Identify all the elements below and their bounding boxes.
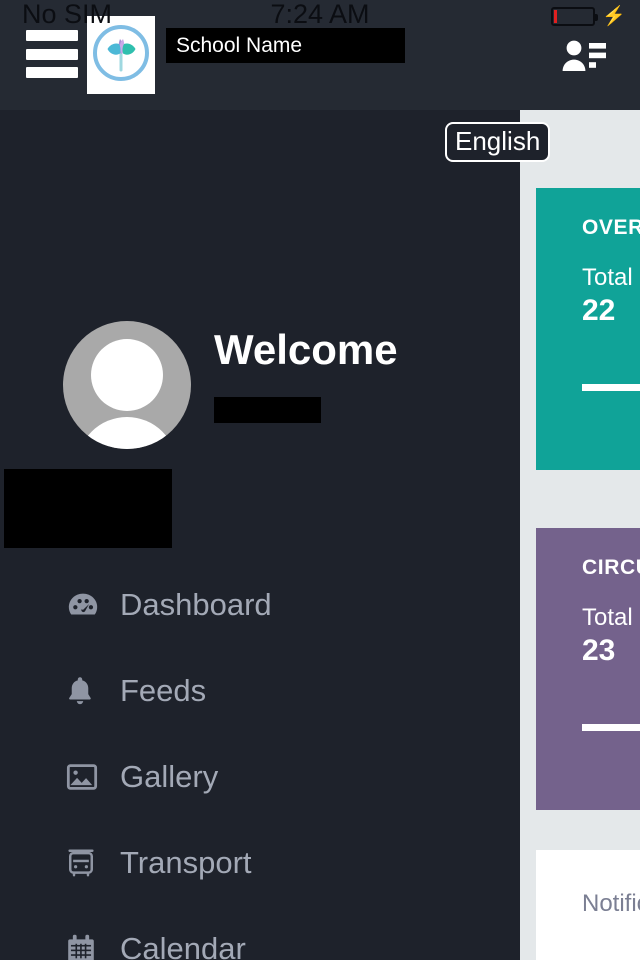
avatar[interactable]: [63, 321, 191, 449]
drawer-menu: Dashboard Feeds Gallery Transport Calend…: [0, 562, 520, 960]
circular-card-underline: [582, 724, 640, 731]
circular-card-value: 23: [582, 634, 616, 667]
overall-card-label: Total: [582, 264, 633, 291]
sidebar-item-transport-label: Transport: [120, 845, 252, 880]
sidebar-item-feeds-label: Feeds: [120, 673, 207, 708]
hamburger-menu-icon[interactable]: [26, 30, 78, 78]
contacts-list-icon[interactable]: [560, 36, 608, 78]
navigation-drawer: Welcome Dashboard Feeds Gallery Transpor…: [0, 110, 520, 960]
notifications-card[interactable]: Notifications: [536, 850, 640, 960]
sidebar-item-dashboard[interactable]: Dashboard: [0, 562, 520, 648]
image-icon: [66, 760, 106, 794]
sidebar-item-feeds[interactable]: Feeds: [0, 648, 520, 734]
sidebar-item-dashboard-label: Dashboard: [120, 587, 272, 622]
notifications-title: Notifications: [582, 890, 640, 917]
overall-summary-card[interactable]: OVERALL Total 22: [536, 188, 640, 470]
calendar-icon: [66, 932, 106, 960]
circular-card-title: CIRCULAR: [582, 556, 640, 579]
sidebar-item-transport[interactable]: Transport: [0, 820, 520, 906]
overall-card-value: 22: [582, 294, 616, 327]
app-screen: OVERALL Total 22 CIRCULAR Total 23 Notif…: [0, 0, 640, 960]
circular-summary-card[interactable]: CIRCULAR Total 23: [536, 528, 640, 810]
hamburger-bar: [26, 67, 78, 78]
user-info-redacted: [4, 469, 172, 548]
sidebar-item-calendar[interactable]: Calendar: [0, 906, 520, 960]
circular-card-label: Total: [582, 604, 633, 631]
sidebar-item-gallery[interactable]: Gallery: [0, 734, 520, 820]
bus-icon: [66, 846, 106, 880]
sidebar-item-gallery-label: Gallery: [120, 759, 219, 794]
hamburger-bar: [26, 48, 78, 60]
sidebar-item-calendar-label: Calendar: [120, 931, 246, 960]
school-flower-logo-icon: [87, 16, 155, 94]
hamburger-bar: [26, 30, 78, 41]
app-bar: School Name: [0, 0, 640, 110]
school-name: School Name: [166, 28, 405, 63]
username-redacted: [214, 397, 321, 423]
language-button[interactable]: English: [445, 122, 551, 162]
overall-card-title: OVERALL: [582, 216, 640, 239]
overall-card-underline: [582, 384, 640, 391]
avatar-head: [91, 339, 163, 411]
bell-icon: [66, 674, 106, 708]
dashboard-gauge-icon: [66, 588, 106, 622]
avatar-body: [77, 417, 177, 449]
welcome-text: Welcome: [214, 326, 398, 373]
